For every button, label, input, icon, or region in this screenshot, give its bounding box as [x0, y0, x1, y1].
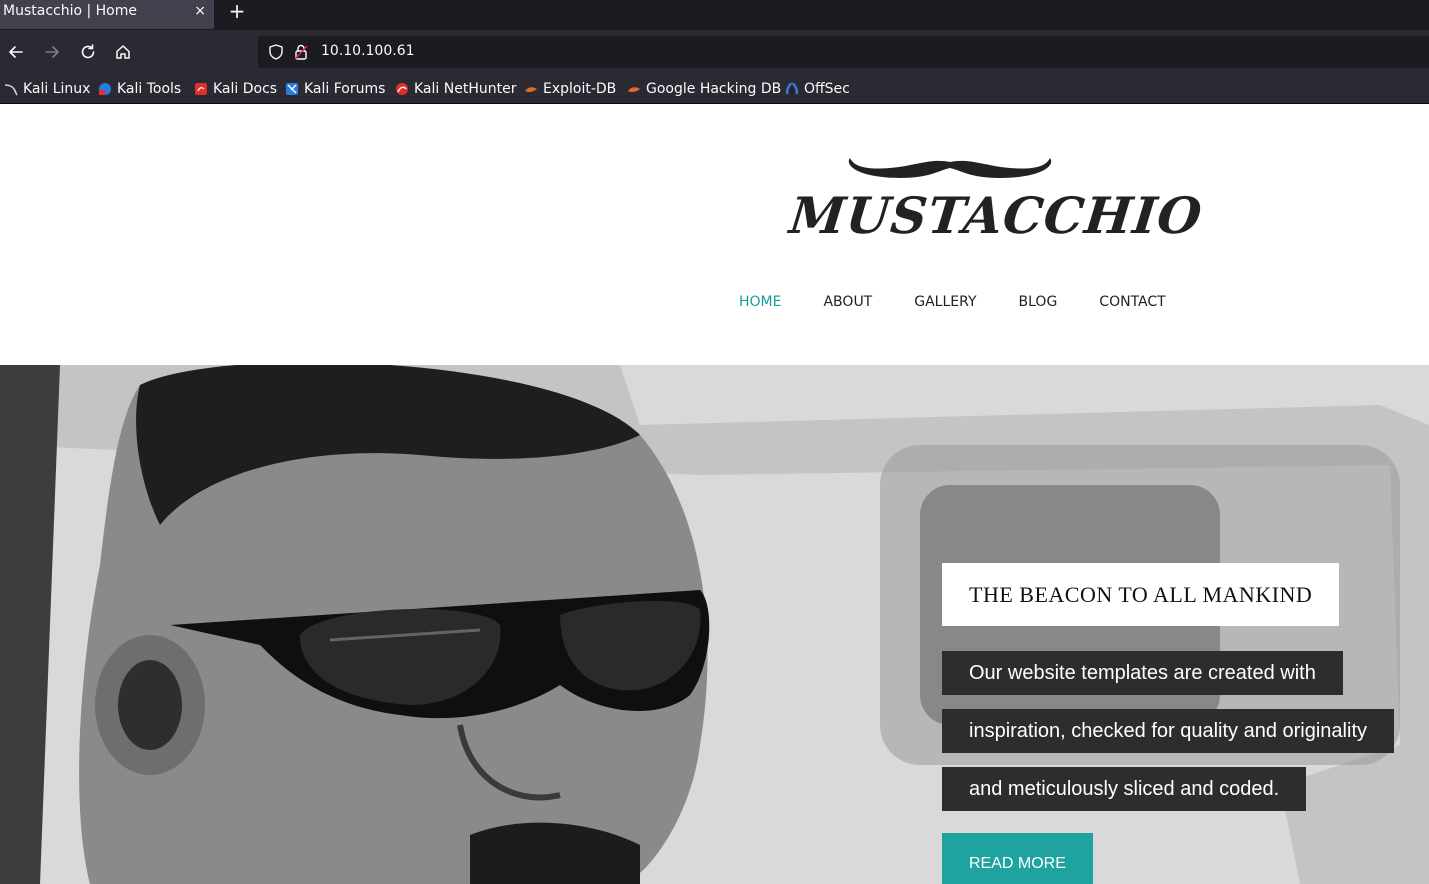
read-more-button[interactable]: READ MORE [942, 833, 1093, 884]
bookmarks-toolbar: Kali Linux Kali Tools Kali Docs Kali For… [0, 74, 1429, 104]
tab-close-icon[interactable]: × [194, 3, 206, 19]
kali-dragon-icon [4, 84, 18, 96]
home-icon[interactable] [111, 40, 135, 64]
tab-title: Mustacchio | Home [3, 3, 137, 19]
kali-nethunter-icon [396, 83, 408, 95]
new-tab-icon[interactable]: + [228, 0, 246, 24]
bookmark-label: Kali Forums [304, 81, 386, 97]
bookmark-exploit-db[interactable]: Exploit-DB [524, 79, 616, 99]
bookmark-google-hacking-db[interactable]: Google Hacking DB [627, 79, 781, 99]
nav-home[interactable]: HOME [739, 294, 781, 310]
forward-arrow-icon[interactable] [40, 40, 64, 64]
nav-about[interactable]: ABOUT [823, 294, 872, 310]
exploit-db-icon [525, 87, 537, 93]
bookmark-kali-nethunter[interactable]: Kali NetHunter [395, 79, 516, 99]
bookmark-label: Google Hacking DB [646, 81, 782, 97]
browser-tab[interactable]: Mustacchio | Home × [0, 0, 214, 29]
ghdb-icon [628, 87, 640, 93]
kali-tools-icon [99, 83, 111, 95]
bookmark-label: Kali Tools [117, 81, 182, 97]
address-bar[interactable]: 10.10.100.61 [258, 36, 1429, 68]
browser-toolbar: 10.10.100.61 [0, 30, 1429, 74]
bookmark-label: Kali Docs [213, 81, 278, 97]
bookmark-label: Exploit-DB [543, 81, 617, 97]
bookmark-kali-tools[interactable]: Kali Tools [98, 79, 181, 99]
bookmark-kali-linux[interactable]: Kali Linux [4, 79, 90, 99]
bookmark-kali-docs[interactable]: Kali Docs [194, 79, 277, 99]
mustache-icon [848, 158, 1052, 178]
kali-forums-icon [286, 83, 298, 95]
bookmark-offsec[interactable]: OffSec [785, 79, 850, 99]
hero-title: THE BEACON TO ALL MANKIND [969, 581, 1313, 607]
read-more-label: READ MORE [969, 855, 1066, 872]
web-page: MUSTACCHIO HOME ABOUT GALLERY BLOG CONTA… [0, 104, 1429, 884]
browser-tab-bar: Mustacchio | Home × + [0, 0, 1429, 30]
hero-text: and meticulously sliced and coded. [969, 777, 1280, 800]
hero-text: Our website templates are created with [969, 661, 1316, 684]
bookmark-label: Kali NetHunter [414, 81, 517, 97]
back-arrow-icon[interactable] [4, 40, 28, 64]
url-text: 10.10.100.61 [321, 43, 415, 59]
main-nav: HOME ABOUT GALLERY BLOG CONTACT [739, 294, 1208, 310]
hero-title-box: THE BEACON TO ALL MANKIND [942, 563, 1340, 626]
reload-icon[interactable] [76, 40, 100, 64]
nav-blog[interactable]: BLOG [1019, 294, 1058, 310]
hero-text-line: inspiration, checked for quality and ori… [942, 709, 1394, 753]
logo-text: MUSTACCHIO [786, 186, 1206, 245]
offsec-icon [785, 82, 799, 95]
hero-text-line: and meticulously sliced and coded. [942, 767, 1307, 811]
hero-banner: THE BEACON TO ALL MANKIND Our website te… [0, 365, 1429, 884]
bookmark-label: OffSec [804, 81, 850, 97]
insecure-lock-icon[interactable] [293, 43, 309, 61]
nav-gallery[interactable]: GALLERY [914, 294, 976, 310]
hero-text: inspiration, checked for quality and ori… [969, 719, 1367, 742]
nav-contact[interactable]: CONTACT [1099, 294, 1165, 310]
site-logo[interactable]: MUSTACCHIO [780, 144, 1205, 245]
bookmark-kali-forums[interactable]: Kali Forums [285, 79, 385, 99]
tracking-shield-icon[interactable] [267, 43, 285, 61]
kali-docs-icon [195, 83, 207, 95]
hero-text-line: Our website templates are created with [942, 651, 1343, 695]
bookmark-label: Kali Linux [23, 81, 91, 97]
